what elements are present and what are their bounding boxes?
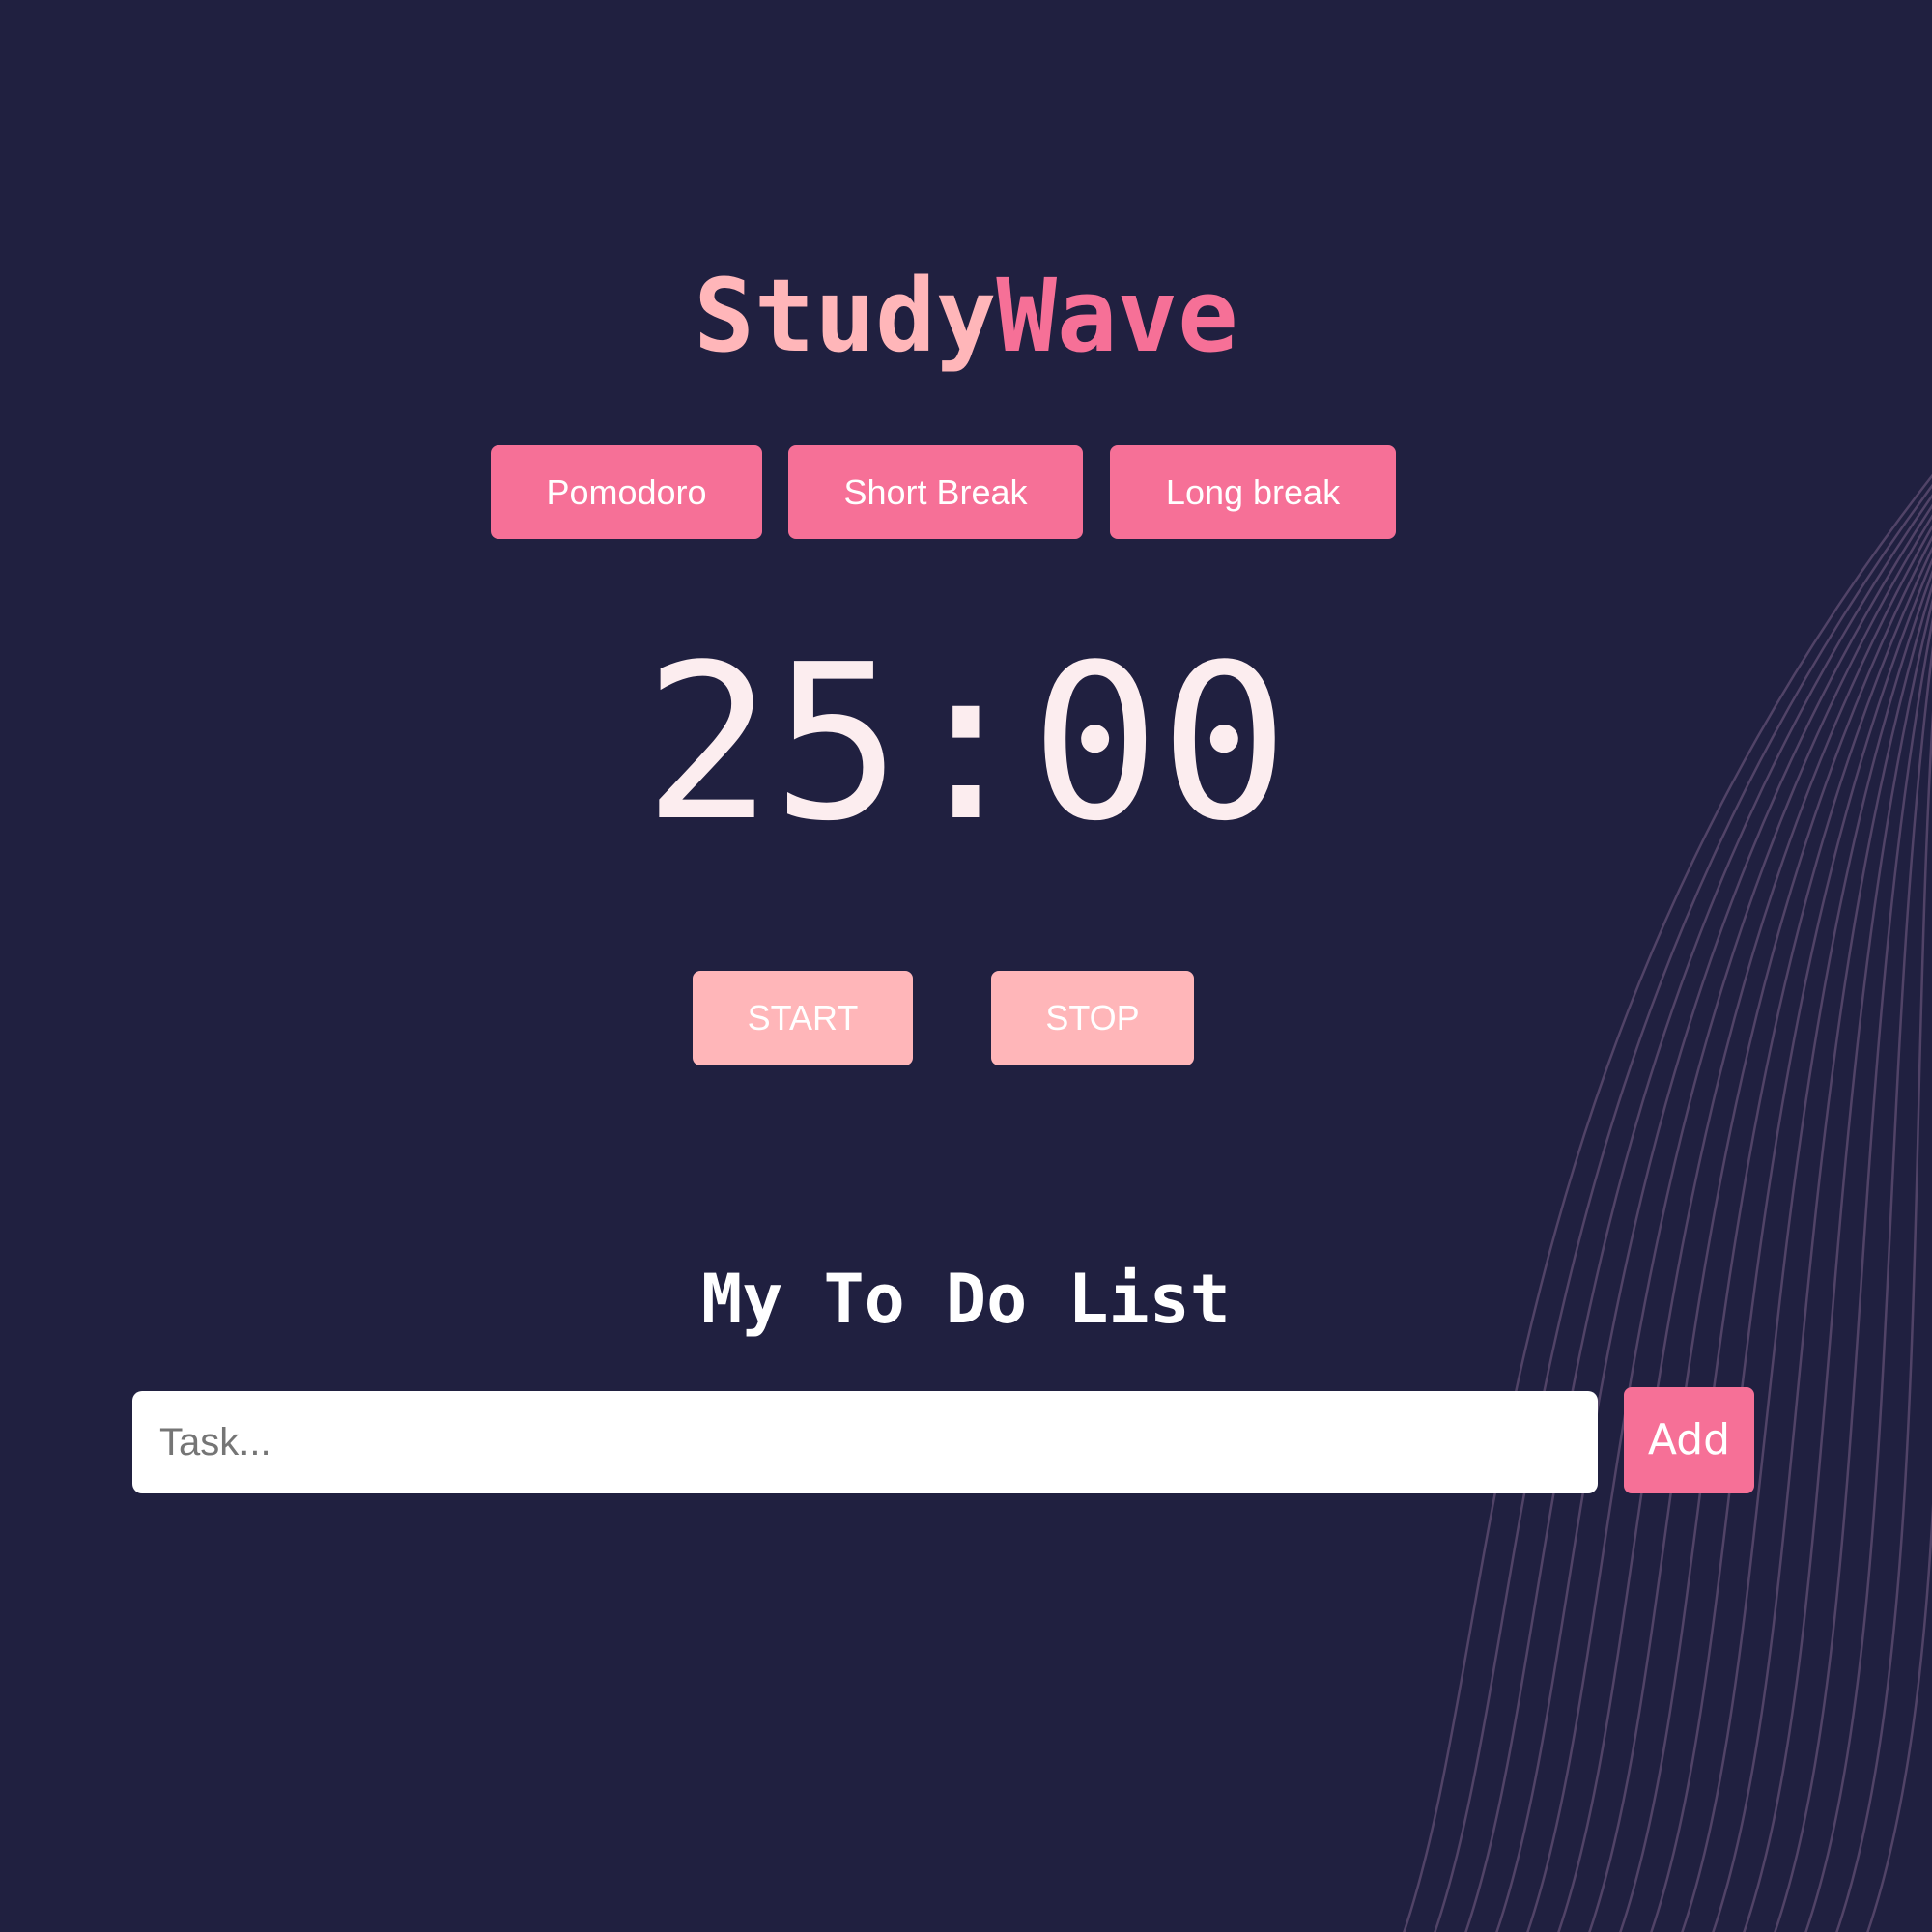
- long-break-button[interactable]: Long break: [1110, 445, 1396, 539]
- task-input[interactable]: [132, 1391, 1598, 1493]
- app-title-wave: Wave: [996, 257, 1238, 375]
- add-task-button[interactable]: Add: [1624, 1387, 1754, 1493]
- timer-display: 25:00: [642, 619, 1290, 868]
- short-break-button[interactable]: Short Break: [788, 445, 1083, 539]
- start-button[interactable]: START: [693, 971, 913, 1065]
- app-title-study: Study: [694, 257, 997, 375]
- pomodoro-button[interactable]: Pomodoro: [491, 445, 762, 539]
- app-root: StudyWave Pomodoro Short Break Long brea…: [0, 0, 1932, 1932]
- stop-button[interactable]: STOP: [991, 971, 1194, 1065]
- app-title: StudyWave: [0, 253, 1932, 379]
- todo-heading: My To Do List: [701, 1260, 1231, 1339]
